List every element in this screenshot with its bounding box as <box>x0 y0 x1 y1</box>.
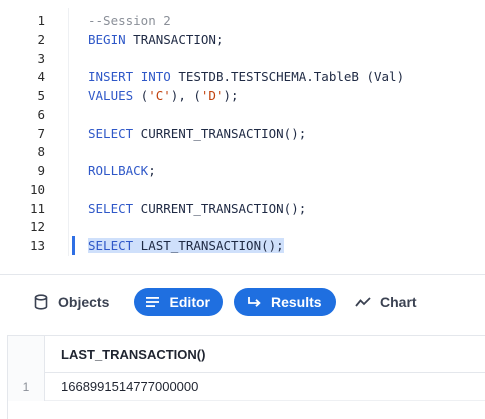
code-line[interactable]: 6 <box>0 105 485 124</box>
code-token: ; <box>148 163 156 178</box>
code-token: 'C' <box>148 88 171 103</box>
code-token: TRANSACTION; <box>125 31 224 47</box>
code-token: ), ( <box>170 88 201 103</box>
code-token: ); <box>223 88 239 103</box>
line-number: 11 <box>29 200 45 216</box>
code-line[interactable]: 13 SELECT LAST_TRANSACTION(); <box>0 236 485 255</box>
code-line[interactable]: 9 ROLLBACK; <box>0 161 485 180</box>
code-text[interactable]: SELECT CURRENT_TRANSACTION(); <box>88 124 306 143</box>
code-token: ROLLBACK <box>88 163 149 178</box>
code-line[interactable]: 1 --Session 2 <box>0 11 485 30</box>
code-token: CURRENT_TRANSACTION(); <box>133 125 307 141</box>
database-icon <box>32 293 50 311</box>
code-token: VALUES <box>88 88 134 103</box>
code-line[interactable]: 3 <box>0 49 485 68</box>
code-line[interactable]: 2 BEGIN TRANSACTION; <box>0 30 485 49</box>
editor-tab-button[interactable]: Editor <box>134 288 223 316</box>
row-number-header <box>8 336 45 373</box>
code-text[interactable]: BEGIN TRANSACTION; <box>88 30 223 49</box>
line-number: 13 <box>29 238 45 253</box>
code-text[interactable]: ROLLBACK; <box>88 161 156 180</box>
code-text[interactable]: --Session 2 <box>88 11 171 30</box>
code-text[interactable]: VALUES ('C'), ('D'); <box>88 86 239 105</box>
code-line[interactable]: 10 <box>0 180 485 199</box>
code-token: INTO <box>140 69 171 85</box>
row-number: 1 <box>8 373 45 401</box>
results-label: Results <box>271 294 322 310</box>
table-cell[interactable]: 1668991514777000000 <box>61 373 198 401</box>
line-number: 8 <box>37 144 45 160</box>
code-token: LAST_TRANSACTION(); <box>133 238 284 253</box>
code-line[interactable]: 11 SELECT CURRENT_TRANSACTION(); <box>0 199 485 218</box>
line-number: 1 <box>37 13 45 28</box>
code-text[interactable]: INSERT INTO TESTDB.TESTSCHEMA.TableB (Va… <box>88 67 404 86</box>
line-number: 9 <box>37 163 45 178</box>
code-line[interactable]: 8 <box>0 142 485 161</box>
code-token: ( <box>133 88 149 103</box>
code-line[interactable]: 5 VALUES ('C'), ('D'); <box>0 86 485 105</box>
table-row[interactable]: 1 1668991514777000000 <box>8 373 485 401</box>
line-number: 5 <box>37 88 45 103</box>
lines-icon <box>145 293 162 311</box>
results-tab-button[interactable]: Results <box>234 288 336 316</box>
sql-editor[interactable]: 1 --Session 2 2 BEGIN TRANSACTION; 3 4 INSERT … <box>0 0 485 270</box>
editor-label: Editor <box>169 294 210 310</box>
return-arrow-icon <box>245 293 263 311</box>
line-number: 10 <box>29 181 45 197</box>
code-token: BEGIN <box>88 31 126 47</box>
code-text[interactable]: SELECT LAST_TRANSACTION(); <box>88 236 284 255</box>
line-number: 6 <box>37 106 45 122</box>
grid-header-row: LAST_TRANSACTION() <box>8 336 485 373</box>
code-token: --Session 2 <box>88 13 171 28</box>
results-grid: LAST_TRANSACTION() 1 1668991514777000000 <box>7 335 485 419</box>
column-header[interactable]: LAST_TRANSACTION() <box>61 336 205 373</box>
chart-label: Chart <box>380 294 417 310</box>
line-number: 2 <box>37 31 45 47</box>
objects-button[interactable]: Objects <box>32 288 109 316</box>
code-token: SELECT <box>88 238 134 253</box>
code-line[interactable]: 12 <box>0 217 485 236</box>
result-toolbar: Objects Editor Results Chart <box>0 274 485 328</box>
chart-button[interactable]: Chart <box>354 288 417 316</box>
code-line[interactable]: 7 SELECT CURRENT_TRANSACTION(); <box>0 124 485 143</box>
code-token: SELECT <box>88 200 134 216</box>
code-text[interactable]: SELECT CURRENT_TRANSACTION(); <box>88 199 306 218</box>
line-number: 7 <box>37 125 45 141</box>
objects-label: Objects <box>58 294 110 310</box>
line-number: 12 <box>29 219 45 235</box>
line-number: 4 <box>37 69 45 85</box>
line-chart-icon <box>354 293 372 311</box>
code-token: SELECT <box>88 125 134 141</box>
code-token: INSERT <box>88 69 134 85</box>
code-token: CURRENT_TRANSACTION(); <box>133 200 307 216</box>
code-line[interactable]: 4 INSERT INTO TESTDB.TESTSCHEMA.TableB (V… <box>0 67 485 86</box>
code-token: 'D' <box>200 88 224 103</box>
line-number: 3 <box>37 50 45 66</box>
code-token: TESTDB.TESTSCHEMA.TableB (Val) <box>170 69 405 85</box>
